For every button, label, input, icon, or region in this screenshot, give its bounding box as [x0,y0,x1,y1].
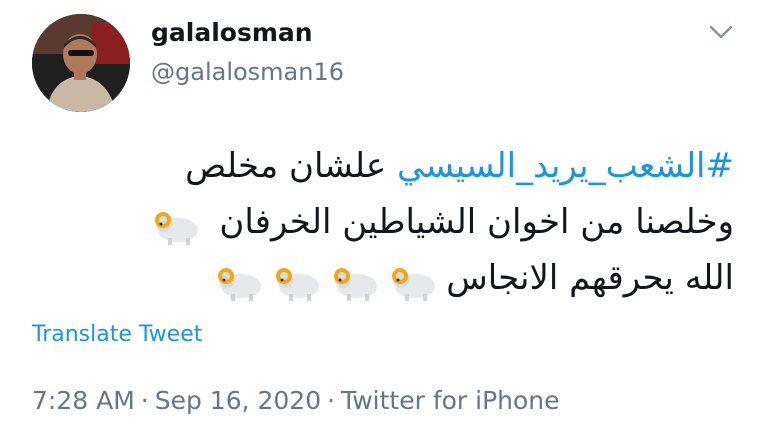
tweet-line-2-text: وخلصنا من اخوان الشياطين الخرفان [208,202,734,242]
profile-photo [32,14,130,112]
tweet-time[interactable]: 7:28 AM [32,386,135,415]
tweet-line-3: الله يحرقهم الانجاس [34,250,734,306]
translate-tweet-link[interactable]: Translate Tweet [32,322,202,347]
tweet-line-2: وخلصنا من اخوان الشياطين الخرفان [34,194,734,250]
tweet-meta: 7:28 AM · Sep 16, 2020 · Twitter for iPhone [32,386,560,415]
tweet-text: #الشعب_يريد_السيسي علشان مخلص وخلصنا من … [34,138,734,306]
ram-emoji-icon [154,211,198,245]
meta-separator: · [140,386,149,415]
display-name[interactable]: galalosman [151,18,313,47]
ram-emoji-icon [218,267,262,301]
user-handle[interactable]: @galalosman16 [151,58,344,86]
ram-emoji-icon [334,267,378,301]
ram-emoji-icon [276,267,320,301]
meta-separator: · [327,386,336,415]
avatar[interactable] [32,14,130,112]
ram-emoji-icon [392,267,436,301]
tweet-line-1-text: علشان مخلص [185,146,397,186]
tweet-line-3-text: الله يحرقهم الانجاس [446,258,734,298]
tweet-date[interactable]: Sep 16, 2020 [155,386,321,415]
hashtag-link[interactable]: #الشعب_يريد_السيسي [397,146,734,186]
tweet-line-1: #الشعب_يريد_السيسي علشان مخلص [34,138,734,194]
tweet-source[interactable]: Twitter for iPhone [341,386,559,415]
chevron-down-icon[interactable] [706,22,736,42]
